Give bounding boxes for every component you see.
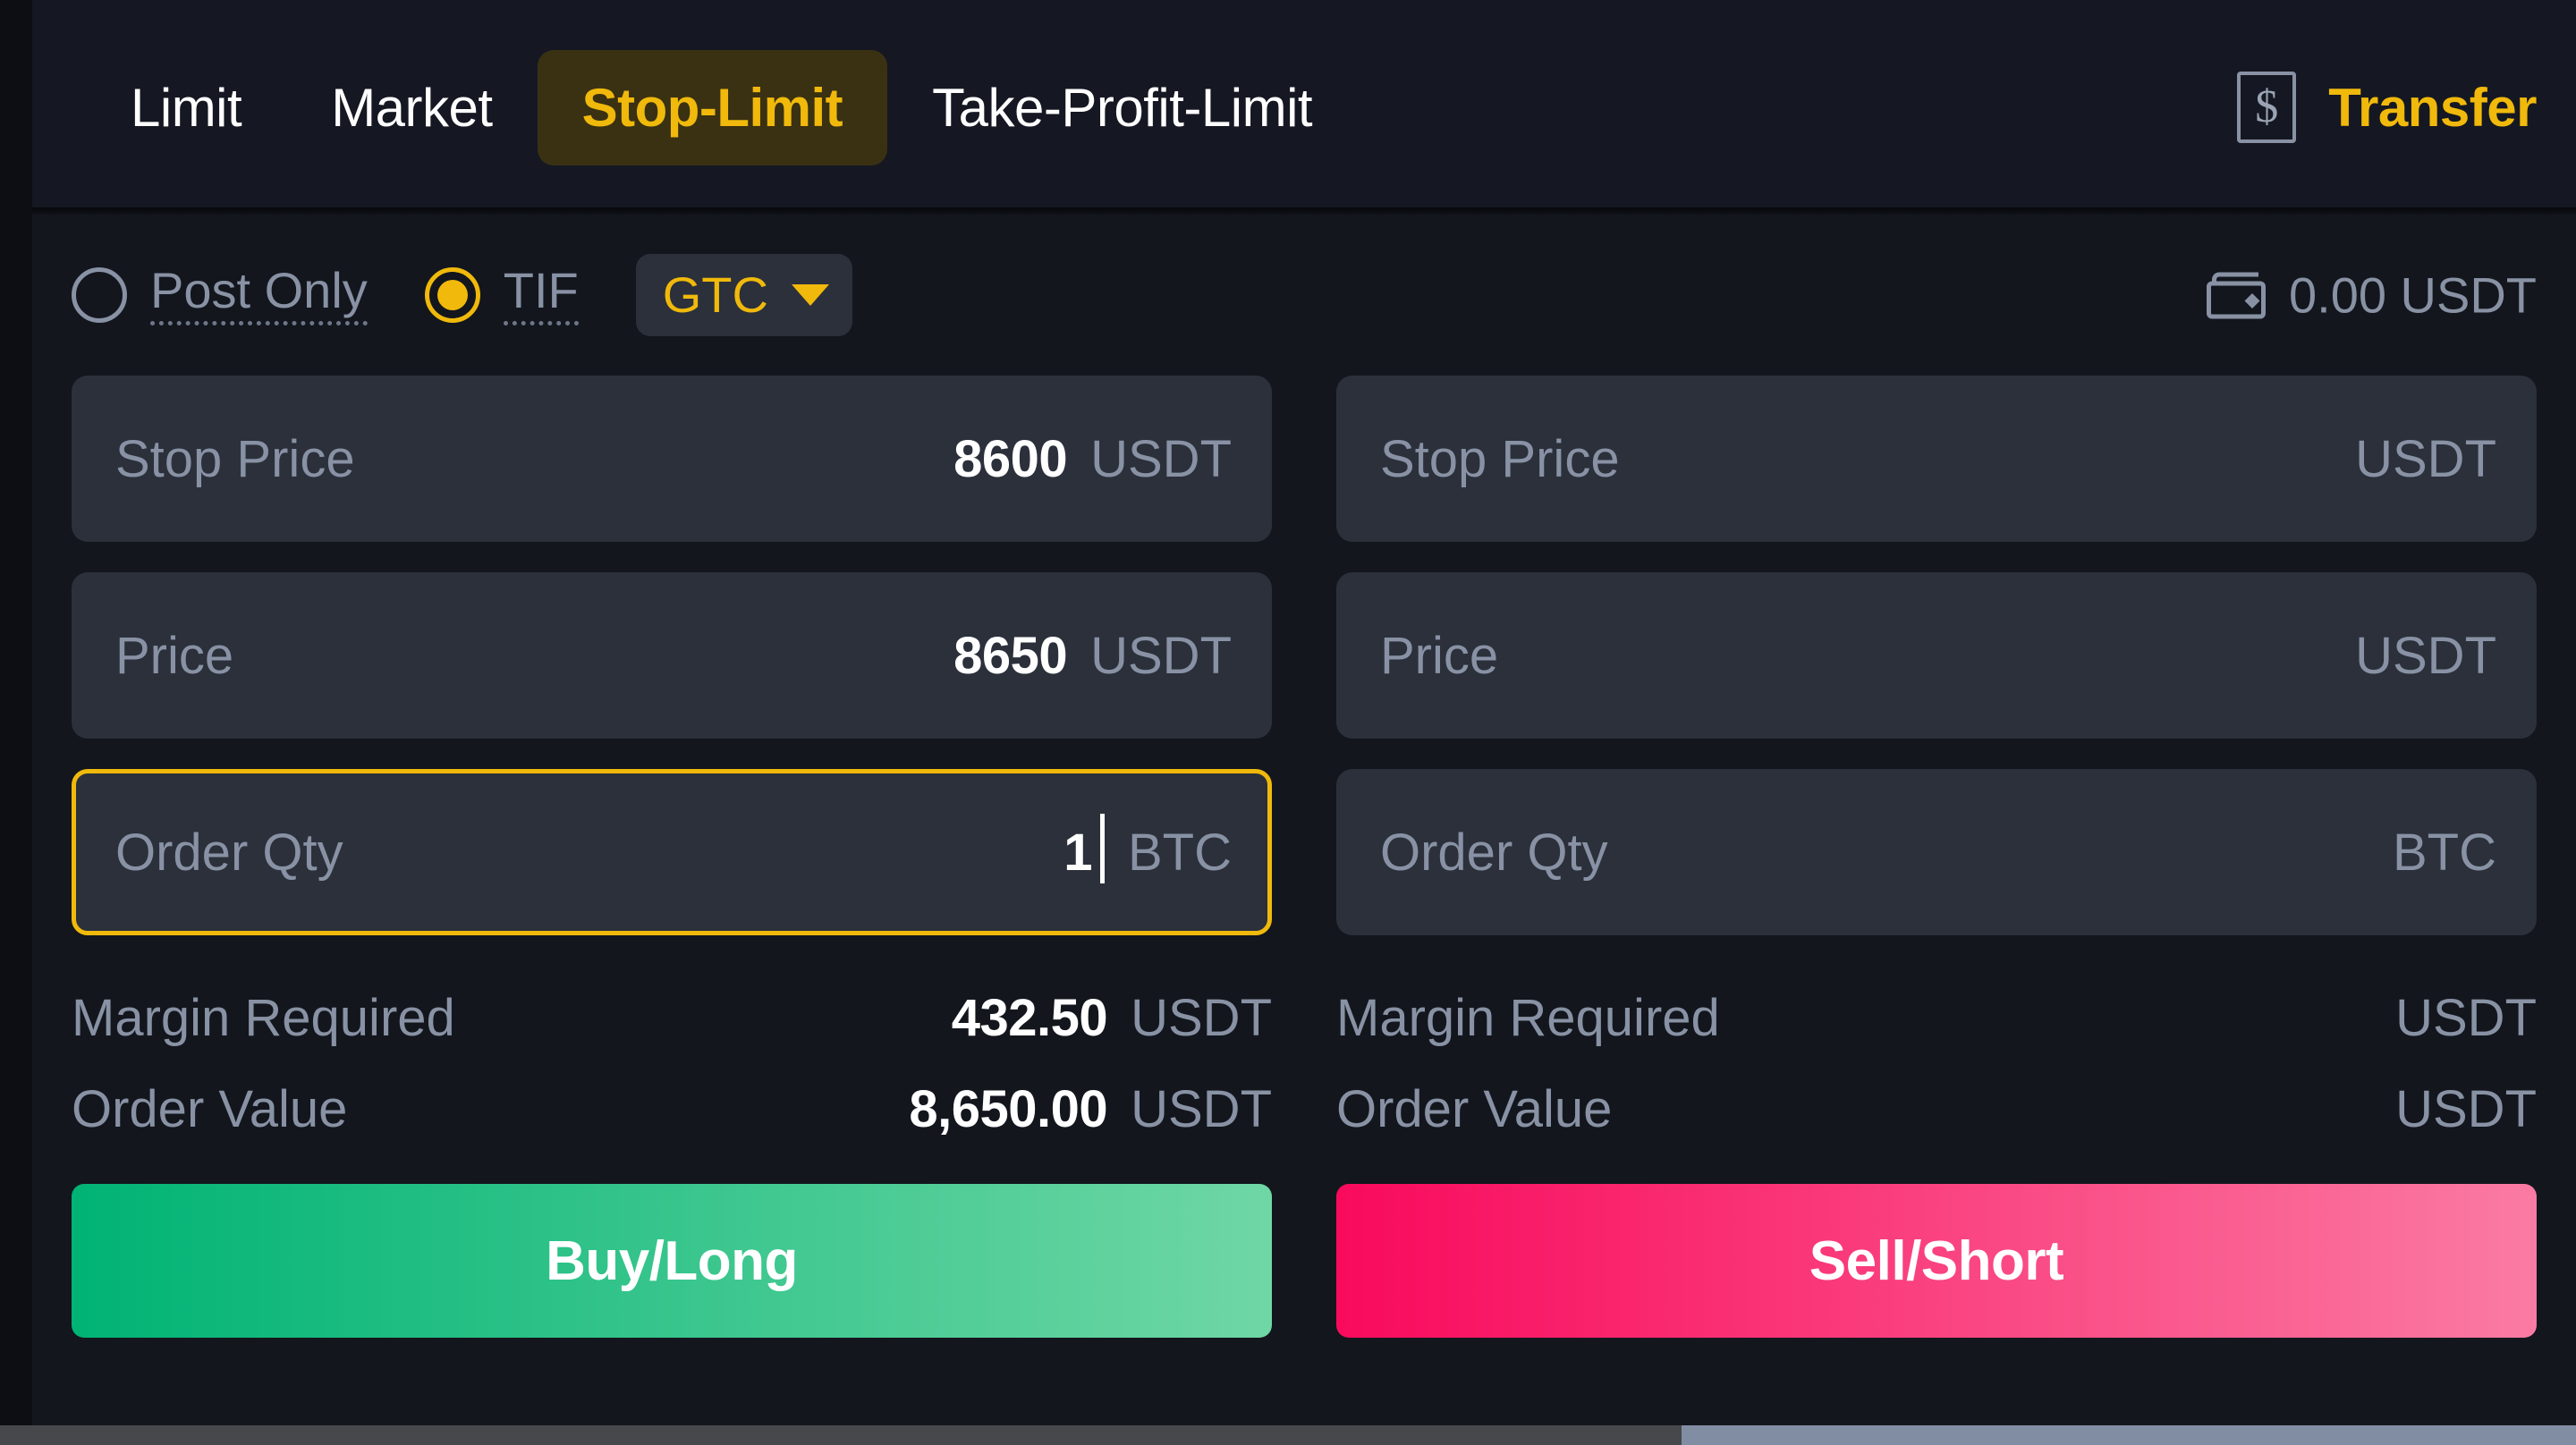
buy-order-qty-placeholder: Order Qty: [115, 823, 343, 882]
buy-margin-required-row: Margin Required 432.50 USDT: [72, 975, 1272, 1061]
buy-price-value: 8650: [953, 626, 1068, 685]
buy-stop-price-unit: USDT: [1090, 429, 1232, 488]
wallet-icon: [2207, 272, 2266, 318]
sell-order-value-label: Order Value: [1336, 1079, 1613, 1138]
tif-select-dropdown[interactable]: GTC: [635, 254, 852, 336]
tab-stop-limit[interactable]: Stop-Limit: [537, 49, 888, 165]
buy-order-qty-field[interactable]: Order Qty 1 BTC: [72, 769, 1272, 935]
buy-order-qty-unit: BTC: [1128, 823, 1232, 882]
buy-order-qty-value: 1: [1063, 813, 1105, 883]
sell-short-button[interactable]: Sell/Short: [1336, 1184, 2537, 1338]
sell-order-qty-placeholder: Order Qty: [1380, 823, 1608, 882]
buy-order-value-value: 8,650.00: [909, 1079, 1108, 1138]
order-entry-panel: Limit Market Stop-Limit Take-Profit-Limi…: [32, 0, 2576, 1425]
wallet-balance-text: 0.00 USDT: [2289, 266, 2537, 324]
buy-margin-required-right: 432.50 USDT: [952, 988, 1272, 1048]
buy-stop-price-placeholder: Stop Price: [115, 429, 355, 488]
post-only-radio-icon[interactable]: [72, 266, 127, 323]
order-options-row: Post Only TIF GTC 0.00 USDT: [72, 215, 2537, 376]
sell-column: Stop Price USDT Price USDT Order Qty BTC…: [1336, 376, 2537, 1425]
sell-order-value-right: USDT: [2395, 1079, 2537, 1139]
buy-stop-price-value: 8600: [953, 429, 1068, 488]
horizontal-scrollbar-thumb[interactable]: [1682, 1425, 2576, 1445]
sell-price-placeholder: Price: [1380, 626, 1499, 685]
sell-stop-price-right: USDT: [2355, 429, 2496, 489]
sell-margin-required-label: Margin Required: [1336, 988, 1720, 1047]
buy-stop-price-field[interactable]: Stop Price 8600 USDT: [72, 376, 1272, 542]
order-form-body: Post Only TIF GTC 0.00 USDT Stop Price 8…: [32, 215, 2576, 1425]
trading-panel-page: Limit Market Stop-Limit Take-Profit-Limi…: [0, 0, 2576, 1445]
tab-limit[interactable]: Limit: [86, 50, 286, 165]
sell-order-value-row: Order Value USDT: [1336, 1066, 2537, 1152]
buy-summary: Margin Required 432.50 USDT Order Value …: [72, 975, 1272, 1152]
sell-margin-required-unit: USDT: [2395, 988, 2537, 1047]
sell-price-field[interactable]: Price USDT: [1336, 572, 2537, 739]
buy-price-unit: USDT: [1090, 626, 1232, 685]
sell-order-qty-right: BTC: [2393, 823, 2496, 883]
sell-stop-price-unit: USDT: [2355, 429, 2496, 488]
sell-order-qty-field[interactable]: Order Qty BTC: [1336, 769, 2537, 935]
tif-label: TIF: [503, 264, 579, 325]
sell-order-value-unit: USDT: [2395, 1079, 2537, 1138]
buy-price-field[interactable]: Price 8650 USDT: [72, 572, 1272, 739]
buy-margin-required-unit: USDT: [1131, 988, 1272, 1047]
tab-market[interactable]: Market: [286, 50, 537, 165]
buy-order-value-label: Order Value: [72, 1079, 348, 1138]
buy-order-value-row: Order Value 8,650.00 USDT: [72, 1066, 1272, 1152]
header-right-group: $ Transfer: [2237, 72, 2537, 143]
buy-column: Stop Price 8600 USDT Price 8650 USDT Ord…: [72, 376, 1272, 1425]
chevron-down-icon: [791, 284, 829, 306]
sell-price-right: USDT: [2355, 626, 2496, 686]
post-only-option[interactable]: Post Only: [72, 264, 368, 325]
buy-order-value-right: 8,650.00 USDT: [909, 1079, 1272, 1139]
transfer-button[interactable]: Transfer: [2328, 77, 2537, 139]
buy-price-right: 8650 USDT: [953, 626, 1232, 686]
post-only-label: Post Only: [150, 264, 368, 325]
wallet-balance: 0.00 USDT: [2207, 266, 2537, 325]
dollar-box-icon[interactable]: $: [2237, 72, 2297, 143]
left-gutter: [0, 0, 32, 1425]
sell-summary: Margin Required USDT Order Value USDT: [1336, 975, 2537, 1152]
tif-select-value: GTC: [662, 266, 768, 323]
horizontal-scrollbar[interactable]: [0, 1425, 2576, 1445]
buy-order-value-unit: USDT: [1131, 1079, 1272, 1138]
order-type-bar: Limit Market Stop-Limit Take-Profit-Limi…: [32, 0, 2576, 215]
tif-radio-icon[interactable]: [424, 266, 480, 323]
sell-margin-required-right: USDT: [2395, 988, 2537, 1048]
buy-price-placeholder: Price: [115, 626, 234, 685]
buy-margin-required-value: 432.50: [951, 988, 1108, 1047]
sell-stop-price-field[interactable]: Stop Price USDT: [1336, 376, 2537, 542]
buy-stop-price-right: 8600 USDT: [953, 429, 1232, 489]
order-form-grid: Stop Price 8600 USDT Price 8650 USDT Ord…: [72, 376, 2537, 1425]
tif-option[interactable]: TIF: [424, 264, 579, 325]
buy-long-button[interactable]: Buy/Long: [72, 1184, 1272, 1338]
buy-order-qty-right: 1 BTC: [1063, 813, 1232, 883]
buy-margin-required-label: Margin Required: [72, 988, 455, 1047]
sell-price-unit: USDT: [2355, 626, 2496, 685]
tab-take-profit-limit[interactable]: Take-Profit-Limit: [887, 50, 1357, 165]
sell-order-qty-unit: BTC: [2393, 823, 2496, 882]
order-type-tabs: Limit Market Stop-Limit Take-Profit-Limi…: [86, 49, 1357, 165]
sell-stop-price-placeholder: Stop Price: [1380, 429, 1620, 488]
sell-margin-required-row: Margin Required USDT: [1336, 975, 2537, 1061]
